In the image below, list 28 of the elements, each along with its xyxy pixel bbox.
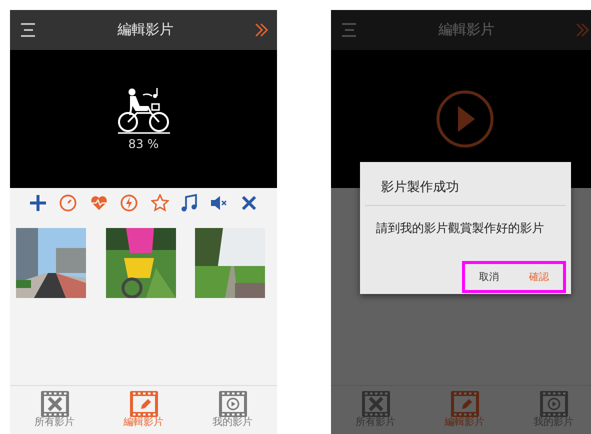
film-play-icon <box>538 390 568 418</box>
tab[interactable]: 所有影片 <box>34 390 74 428</box>
tab[interactable]: 編輯影片 <box>124 390 164 428</box>
film-play-icon <box>218 390 248 418</box>
add-icon[interactable] <box>30 195 46 211</box>
tab[interactable]: 編輯影片 <box>444 390 484 428</box>
menu-icon[interactable] <box>20 23 36 37</box>
timer-icon[interactable] <box>58 194 77 212</box>
film-pencil-icon <box>128 390 158 418</box>
screen-title: 編輯影片 <box>118 21 174 39</box>
progress-reading: 83 % <box>128 137 159 151</box>
film-x-icon <box>40 390 70 418</box>
dialog-title: 影片製作成功 <box>365 162 566 206</box>
cyclist-icon <box>116 87 170 135</box>
close-icon[interactable] <box>240 195 257 211</box>
music-note-icon[interactable] <box>181 194 198 212</box>
dialog-message: 請到我的影片觀賞製作好的影片 <box>375 220 545 237</box>
heart-pulse-icon[interactable] <box>90 195 108 211</box>
star-icon[interactable] <box>150 194 169 212</box>
forward-icon[interactable] <box>255 23 269 37</box>
screen-title: 編輯影片 <box>438 21 494 39</box>
tab[interactable]: 我的影片 <box>212 390 252 428</box>
confirm-button[interactable]: 確認 <box>529 270 549 284</box>
cancel-button[interactable]: 取消 <box>479 270 499 284</box>
lightning-icon[interactable] <box>120 194 138 212</box>
film-pencil-icon <box>450 390 480 418</box>
film-x-icon <box>360 390 390 418</box>
mute-icon[interactable] <box>210 195 228 211</box>
